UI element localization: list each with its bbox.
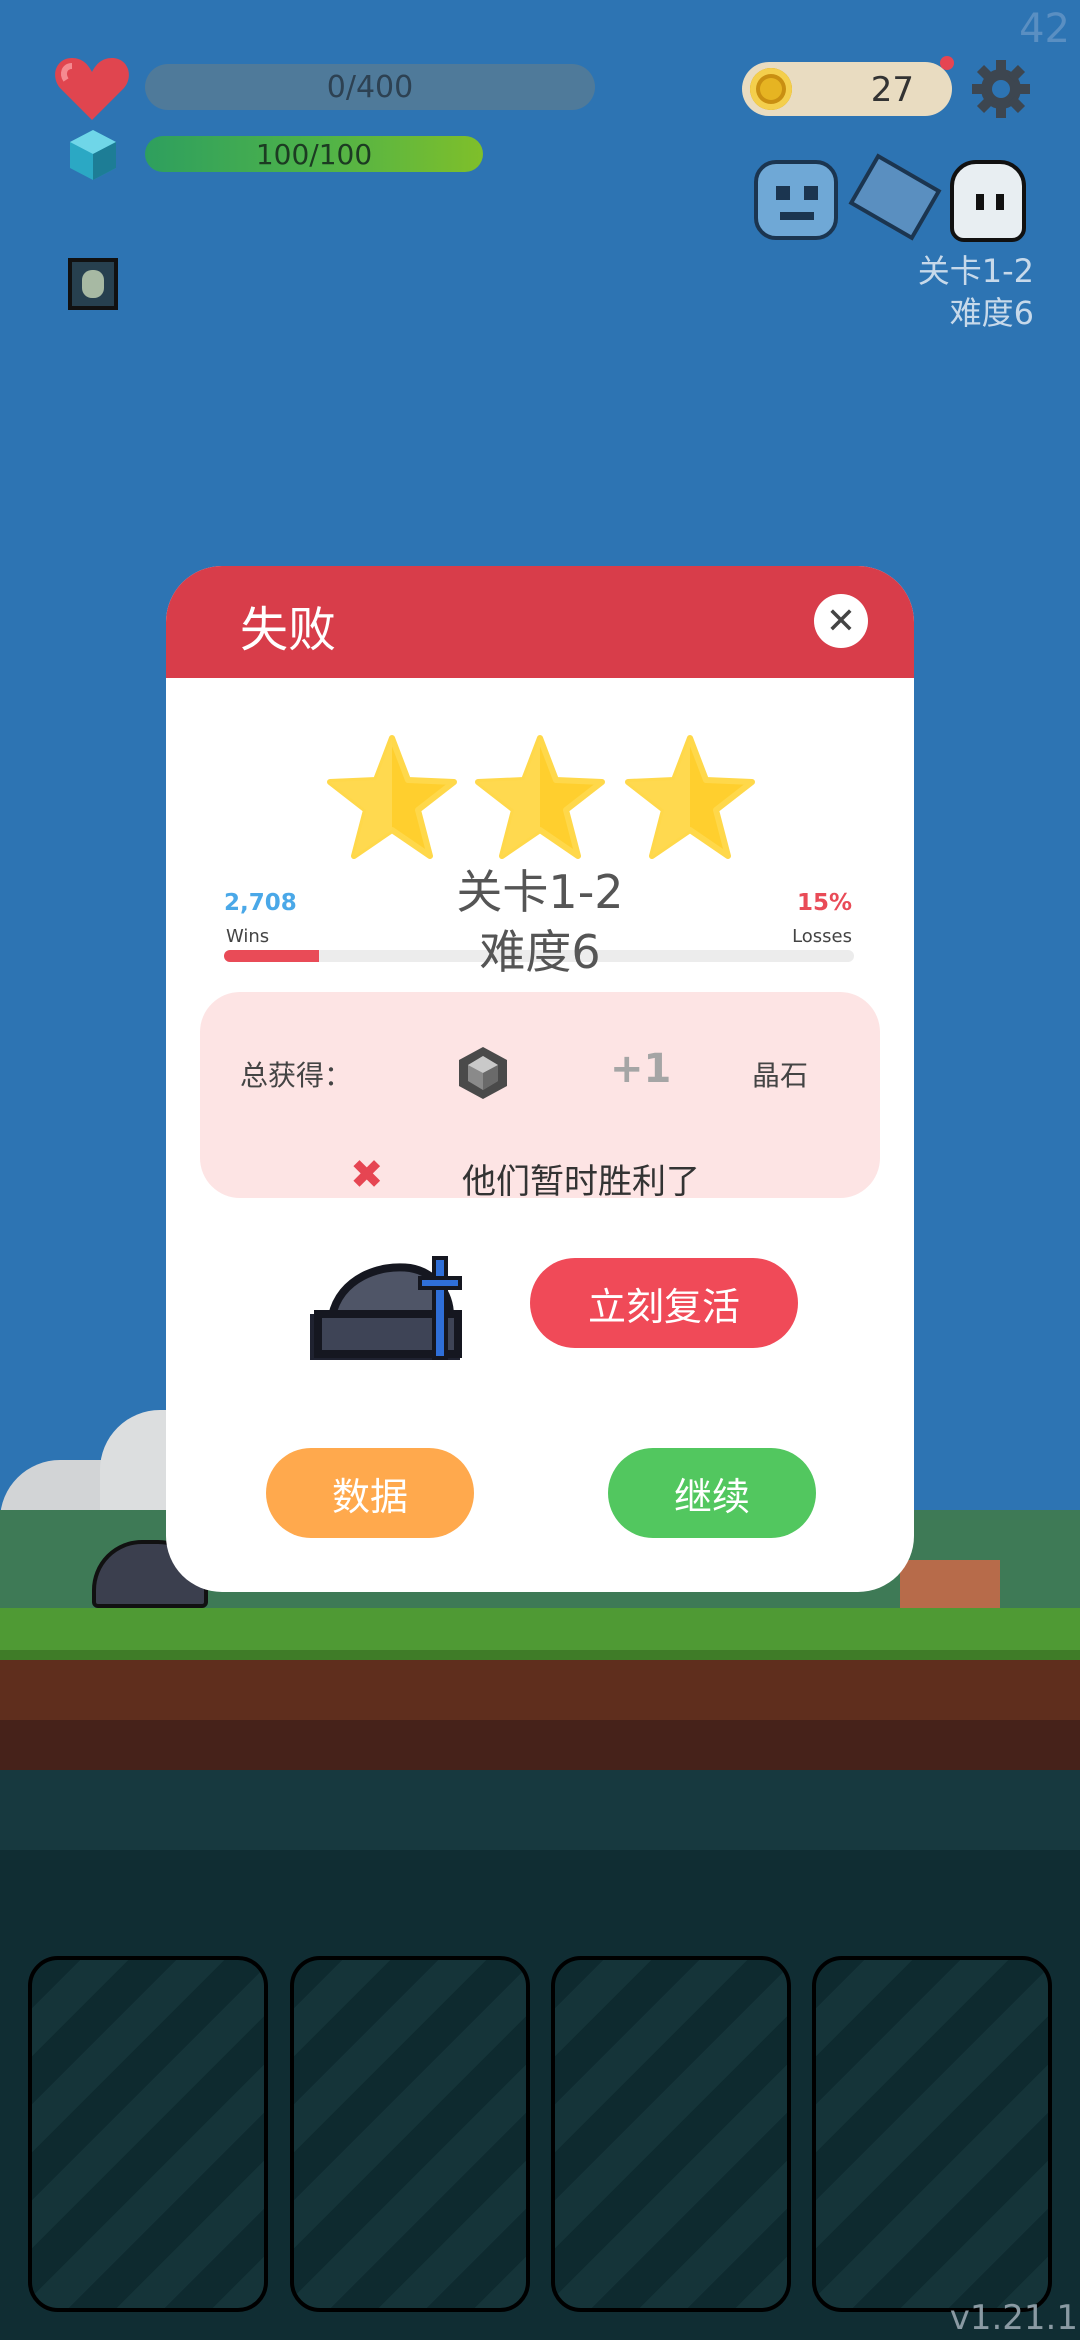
hud-level-info: 关卡1-2 难度6 — [918, 250, 1034, 334]
reward-panel: 总获得： +1 晶石 ✖ 他们暂时胜利了 — [200, 992, 880, 1202]
version-label: v1.21.1 — [949, 2298, 1078, 2338]
star-icon — [327, 735, 457, 859]
ability-slot-icon[interactable] — [68, 258, 118, 310]
stats-button[interactable]: 数据 — [266, 1448, 474, 1538]
gem-icon — [459, 1047, 507, 1099]
house-sprite — [900, 1560, 1000, 1610]
hud-level-line2: 难度6 — [949, 294, 1034, 332]
close-button[interactable]: ✕ — [814, 594, 868, 648]
coin-value: 27 — [870, 70, 914, 110]
ghost-buff-icon — [754, 160, 838, 240]
reward-label: 总获得： — [240, 1059, 353, 1092]
reward-amount: +1 — [610, 1046, 672, 1092]
close-icon: ✕ — [825, 600, 857, 642]
hud-level-line1: 关卡1-2 — [917, 252, 1034, 290]
coin-icon — [750, 68, 792, 110]
mana-gem-icon — [70, 130, 116, 180]
continue-button[interactable]: 继续 — [608, 1448, 816, 1538]
level-name: 关卡1-2 — [456, 865, 624, 919]
defeat-message: 他们暂时胜利了 — [462, 1162, 700, 1202]
dialog-header: 失败 ✕ — [166, 566, 914, 678]
defeat-dialog: 失败 ✕ 2,708 Wins 15% Losses 关卡1-2 难度6 总获得… — [166, 566, 914, 1592]
skill-slot-1[interactable] — [28, 1956, 268, 2312]
star-icon — [625, 735, 755, 859]
mana-text: 100/100 — [255, 137, 373, 171]
ground-dirt-dark — [0, 1720, 1080, 1770]
skill-slot-3[interactable] — [551, 1956, 791, 2312]
skull-buff-icon — [950, 160, 1026, 242]
health-bar: 0/400 — [145, 64, 595, 110]
coin-counter: 27 — [742, 62, 952, 116]
fps-counter: 42 — [1019, 6, 1070, 52]
mana-bar: 100/100 — [145, 136, 483, 172]
heart-icon — [55, 58, 129, 120]
revive-button[interactable]: 立刻复活 — [530, 1258, 798, 1348]
health-text: 0/400 — [326, 69, 414, 105]
reward-name: 晶石 — [752, 1059, 809, 1092]
water-surface — [0, 1770, 1080, 1850]
gear-icon[interactable] — [970, 58, 1032, 120]
fallen-hero-sprite — [310, 1256, 462, 1360]
skill-slot-2[interactable] — [290, 1956, 530, 2312]
cross-icon: ✖ — [350, 1152, 384, 1198]
dialog-title: 失败 — [240, 602, 337, 658]
notification-dot — [940, 56, 954, 70]
scroll-buff-icon — [848, 153, 942, 241]
star-icon — [475, 735, 605, 859]
skill-slot-4[interactable] — [812, 1956, 1052, 2312]
difficulty-label: 难度6 — [479, 925, 601, 979]
